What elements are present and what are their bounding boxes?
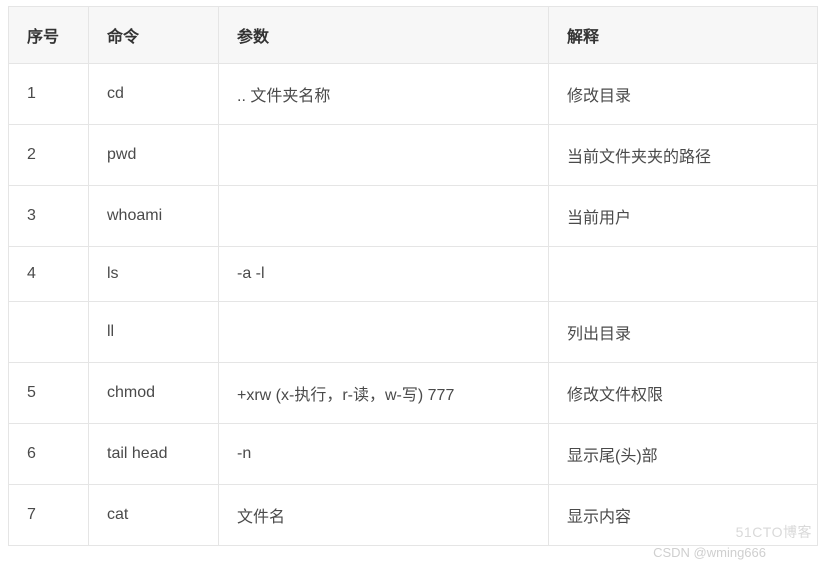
cell-cmd: pwd (89, 125, 219, 186)
cell-num: 3 (9, 186, 89, 247)
cell-param: -a -l (219, 247, 549, 302)
cell-cmd: tail head (89, 424, 219, 485)
table-row: ll 列出目录 (9, 302, 818, 363)
cell-num: 5 (9, 363, 89, 424)
cell-cmd: ls (89, 247, 219, 302)
table-row: 2 pwd 当前文件夹夹的路径 (9, 125, 818, 186)
cell-desc: 当前用户 (549, 186, 818, 247)
cell-param: .. 文件夹名称 (219, 64, 549, 125)
commands-table: 序号 命令 参数 解释 1 cd .. 文件夹名称 修改目录 2 pwd 当前文… (8, 6, 818, 546)
cell-desc: 显示内容 (549, 485, 818, 546)
header-num: 序号 (9, 7, 89, 64)
cell-desc: 当前文件夹夹的路径 (549, 125, 818, 186)
cell-desc: 列出目录 (549, 302, 818, 363)
cell-num: 4 (9, 247, 89, 302)
cell-param (219, 186, 549, 247)
header-param: 参数 (219, 7, 549, 64)
cell-num: 2 (9, 125, 89, 186)
cell-cmd: whoami (89, 186, 219, 247)
cell-cmd: cat (89, 485, 219, 546)
table-row: 5 chmod +xrw (x-执行，r-读，w-写) 777 修改文件权限 (9, 363, 818, 424)
cell-num (9, 302, 89, 363)
table-row: 3 whoami 当前用户 (9, 186, 818, 247)
cell-num: 1 (9, 64, 89, 125)
cell-num: 7 (9, 485, 89, 546)
cell-desc (549, 247, 818, 302)
header-desc: 解释 (549, 7, 818, 64)
cell-desc: 显示尾(头)部 (549, 424, 818, 485)
cell-desc: 修改目录 (549, 64, 818, 125)
header-cmd: 命令 (89, 7, 219, 64)
table-header-row: 序号 命令 参数 解释 (9, 7, 818, 64)
cell-desc: 修改文件权限 (549, 363, 818, 424)
table-row: 6 tail head -n 显示尾(头)部 (9, 424, 818, 485)
cell-param (219, 125, 549, 186)
table-row: 7 cat 文件名 显示内容 (9, 485, 818, 546)
cell-cmd: chmod (89, 363, 219, 424)
cell-cmd: cd (89, 64, 219, 125)
cell-param: -n (219, 424, 549, 485)
table-row: 4 ls -a -l (9, 247, 818, 302)
cell-param (219, 302, 549, 363)
cell-num: 6 (9, 424, 89, 485)
cell-param: +xrw (x-执行，r-读，w-写) 777 (219, 363, 549, 424)
table-row: 1 cd .. 文件夹名称 修改目录 (9, 64, 818, 125)
cell-cmd: ll (89, 302, 219, 363)
cell-param: 文件名 (219, 485, 549, 546)
